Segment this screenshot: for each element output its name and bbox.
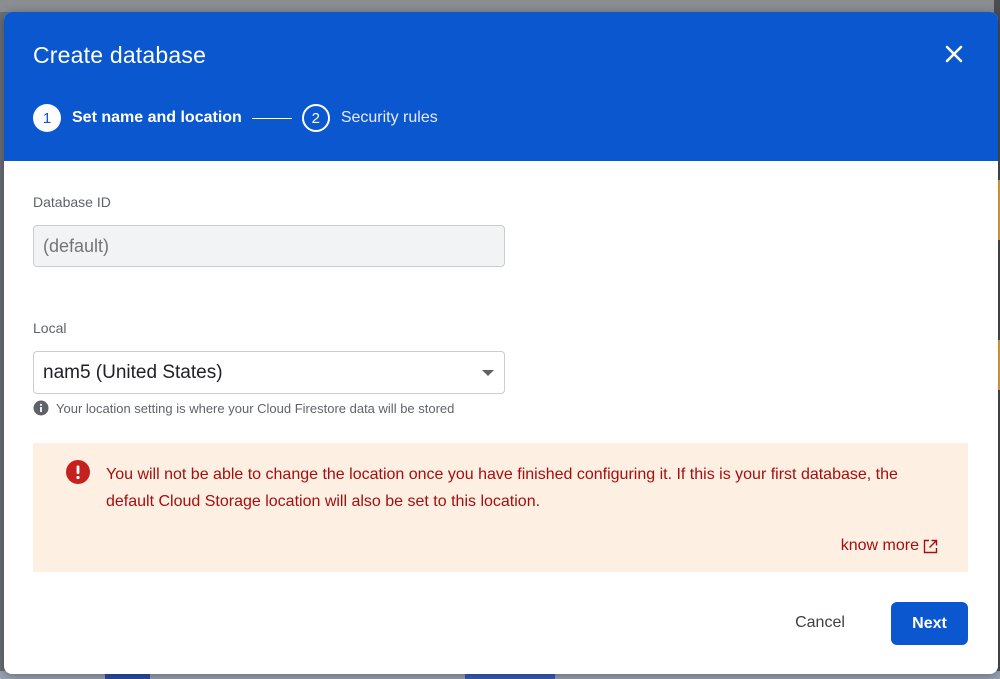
location-label: Local: [33, 320, 67, 336]
step-1-label: Set name and location: [72, 109, 242, 126]
step-2-number: 2: [301, 104, 330, 132]
database-id-label: Database ID: [33, 194, 111, 210]
close-icon: [944, 44, 964, 69]
cancel-button[interactable]: Cancel: [776, 602, 864, 644]
external-link-icon: [923, 539, 938, 554]
dialog-title: Create database: [33, 42, 207, 68]
step-connector: [251, 117, 292, 119]
dropdown-arrow-icon: [481, 364, 495, 382]
stepper: 1 Set name and location 2 Security rules: [33, 103, 438, 133]
error-icon: [66, 460, 90, 489]
backdrop-top: [0, 0, 1000, 12]
location-warning: You will not be able to change the locat…: [33, 443, 968, 572]
info-icon: [33, 400, 49, 416]
database-id-input[interactable]: [33, 225, 505, 267]
location-hint-text: Your location setting is where your Clou…: [56, 400, 455, 416]
next-button[interactable]: Next: [891, 602, 968, 645]
warning-message: You will not be able to change the locat…: [106, 466, 898, 510]
step-1-number: 1: [33, 104, 61, 132]
close-button[interactable]: [938, 40, 970, 72]
know-more-link[interactable]: know more: [841, 537, 938, 555]
know-more-label: know more: [840, 537, 919, 554]
dialog-header: Create database 1 Set name and location …: [4, 12, 998, 161]
location-hint: Your location setting is where your Clou…: [33, 400, 454, 416]
location-select[interactable]: nam5 (United States): [33, 351, 505, 394]
location-selected-value: nam5 (United States): [43, 361, 223, 383]
create-database-dialog: Create database 1 Set name and location …: [4, 12, 998, 674]
step-2-label: Security rules: [340, 109, 438, 126]
